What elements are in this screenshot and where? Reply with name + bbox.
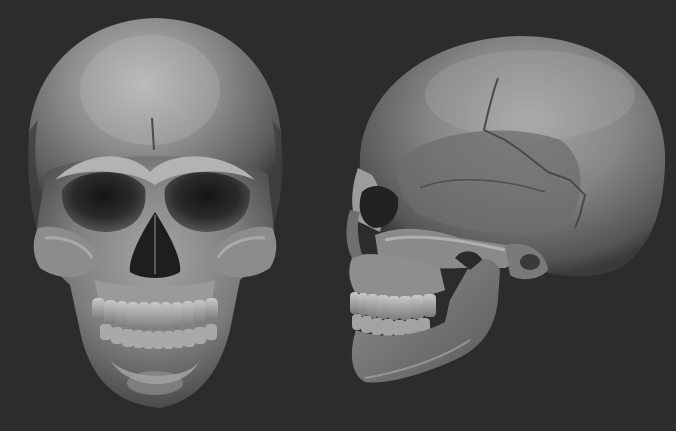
render-canvas [27, 18, 666, 408]
skull-front-view [27, 18, 283, 408]
side-teeth [350, 292, 436, 336]
render-viewport [0, 0, 676, 431]
skull-side-view [346, 36, 666, 383]
